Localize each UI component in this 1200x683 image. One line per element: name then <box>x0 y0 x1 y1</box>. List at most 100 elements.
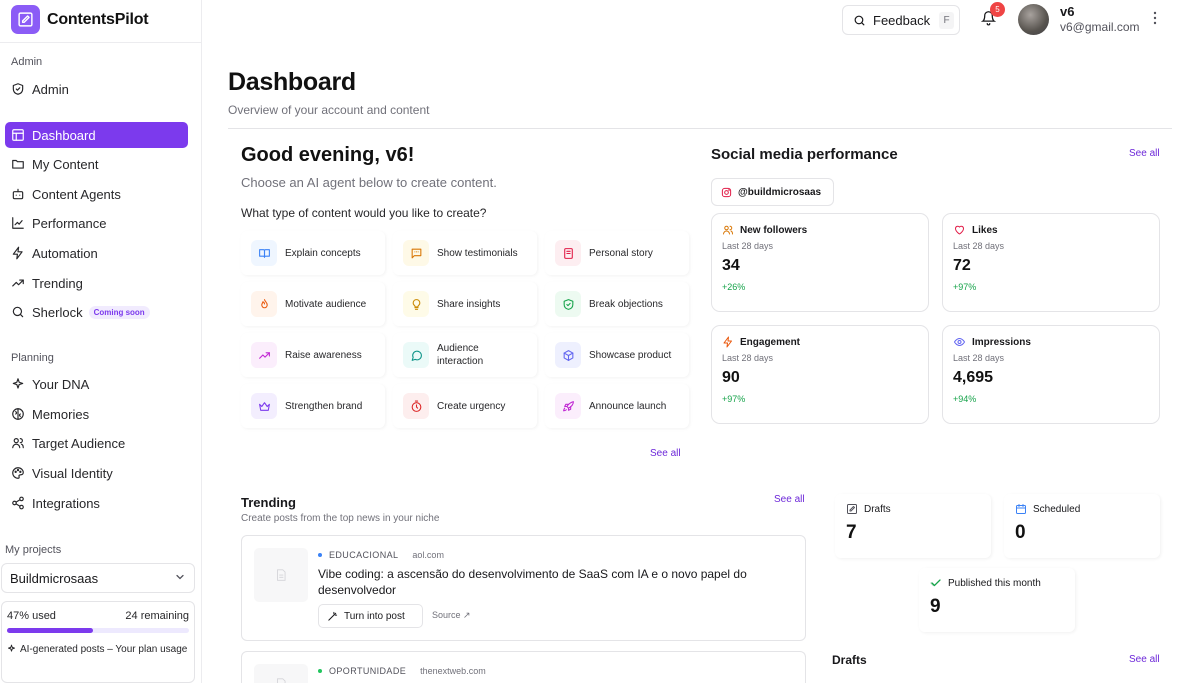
content-type-card[interactable]: Break objections <box>545 282 689 326</box>
social-see-all-link[interactable]: See all <box>1129 148 1160 159</box>
content-type-card[interactable]: Create urgency <box>393 384 537 428</box>
turn-into-post-button[interactable]: Turn into post <box>318 604 423 628</box>
account-handle-chip[interactable]: @buildmicrosaas <box>711 178 834 206</box>
content-type-label: Audience interaction <box>437 343 484 367</box>
content-type-card[interactable]: Raise awareness <box>241 333 385 377</box>
published-count-card[interactable]: Published this month 9 <box>919 568 1075 632</box>
trending-subtitle: Create posts from the top news in your n… <box>241 513 440 524</box>
category-dot <box>318 553 322 557</box>
trending-see-all-link[interactable]: See all <box>774 494 805 505</box>
news-card[interactable]: OPORTUNIDADE thenextweb.com <box>241 651 806 683</box>
sidebar-item-visual-identity[interactable]: Visual Identity <box>5 460 188 486</box>
more-vertical-icon[interactable] <box>1153 11 1157 30</box>
content-type-card[interactable]: Strengthen brand <box>241 384 385 428</box>
content-type-label: Announce launch <box>589 400 667 412</box>
content-type-card[interactable]: Audience interaction <box>393 333 537 377</box>
sidebar-item-label: Memories <box>32 406 90 422</box>
news-card[interactable]: EDUCACIONAL aol.com Vibe coding: a ascen… <box>241 535 806 641</box>
content-types-see-all-link[interactable]: See all <box>650 448 681 459</box>
stat-label: Engagement <box>740 336 801 348</box>
check-icon <box>930 577 942 589</box>
content-type-label: Create urgency <box>437 400 506 412</box>
usage-progress-fill <box>7 628 93 633</box>
section-admin: Admin <box>11 56 43 68</box>
post-stat-label: Drafts <box>864 503 891 515</box>
chart-icon <box>11 216 25 230</box>
source-link[interactable]: Source ↗ <box>432 610 471 621</box>
brand-divider <box>0 42 202 43</box>
chat-icon <box>403 342 429 368</box>
news-meta: EDUCACIONAL aol.com <box>318 550 444 560</box>
greeting-subtitle: Choose an AI agent below to create conte… <box>241 175 497 190</box>
sidebar-item-your-dna[interactable]: Your DNA <box>5 371 188 397</box>
palette-icon <box>11 466 25 480</box>
sidebar-item-my-content[interactable]: My Content <box>5 151 188 177</box>
content-type-card[interactable]: Personal story <box>545 231 689 275</box>
avatar[interactable] <box>1018 4 1049 35</box>
news-category: OPORTUNIDADE <box>329 666 407 676</box>
brand[interactable]: ContentsPilot <box>11 5 149 34</box>
content-type-card[interactable]: Showcase product <box>545 333 689 377</box>
content-type-card[interactable]: Announce launch <box>545 384 689 428</box>
stat-label: Impressions <box>972 336 1031 348</box>
project-select[interactable]: Buildmicrosaas <box>1 563 195 593</box>
stat-period: Last 28 days <box>953 353 1005 363</box>
stat-delta: +97% <box>953 282 977 292</box>
scheduled-count-card[interactable]: Scheduled 0 <box>1004 494 1160 558</box>
users-icon <box>11 436 25 450</box>
sidebar-item-trending[interactable]: Trending <box>5 270 188 296</box>
sidebar-item-label: Performance <box>32 215 107 231</box>
content-type-card[interactable]: Motivate audience <box>241 282 385 326</box>
sidebar-item-memories[interactable]: Memories <box>5 401 188 427</box>
content-type-label: Explain concepts <box>285 247 361 259</box>
sidebar-item-label: Integrations <box>32 495 100 511</box>
news-title: Vibe coding: a ascensão do desenvolvimen… <box>318 567 747 597</box>
project-select-value: Buildmicrosaas <box>10 570 99 586</box>
feedback-button[interactable]: Feedback F <box>842 5 960 35</box>
news-thumbnail <box>254 548 308 602</box>
usage-used: 47% used <box>7 610 56 622</box>
content-type-question: What type of content would you like to c… <box>241 206 487 220</box>
topbar: Feedback F 5 v6 v6@gmail.com <box>203 0 1200 42</box>
rocket-icon <box>555 393 581 419</box>
instagram-icon <box>721 187 732 198</box>
chevron-down-icon <box>174 571 186 586</box>
sidebar-item-content-agents[interactable]: Content Agents <box>5 181 188 207</box>
stat-period: Last 28 days <box>953 241 1005 251</box>
sidebar-item-automation[interactable]: Automation <box>5 240 188 266</box>
drafts-count-card[interactable]: Drafts 7 <box>835 494 991 558</box>
user-name: v6 <box>1060 4 1075 19</box>
stat-period: Last 28 days <box>722 353 774 363</box>
post-stat-value: 9 <box>930 596 941 617</box>
edit-icon <box>846 503 858 515</box>
sidebar-item-integrations[interactable]: Integrations <box>5 490 188 516</box>
share-icon <box>11 496 25 510</box>
sidebar-item-dashboard[interactable]: Dashboard <box>5 122 188 148</box>
stat-value: 90 <box>722 369 740 386</box>
heart-icon <box>953 224 966 236</box>
content-type-label: Showcase product <box>589 349 672 361</box>
sidebar-item-sherlock[interactable]: Sherlock Coming soon <box>5 299 188 325</box>
content-type-card[interactable]: Show testimonials <box>393 231 537 275</box>
bot-icon <box>11 187 25 201</box>
content-type-card[interactable]: Share insights <box>393 282 537 326</box>
sidebar-item-label: Content Agents <box>32 186 121 202</box>
feedback-shortcut: F <box>939 11 955 29</box>
post-stat-value: 7 <box>846 522 857 543</box>
news-thumbnail <box>254 664 308 683</box>
shield-check-icon <box>555 291 581 317</box>
sparkles-icon <box>11 377 25 391</box>
sidebar-item-admin[interactable]: Admin <box>5 76 188 102</box>
eye-icon <box>953 336 966 348</box>
category-dot <box>318 669 322 673</box>
usage-note: AI-generated posts – Your plan usage <box>20 644 188 655</box>
content-type-card[interactable]: Explain concepts <box>241 231 385 275</box>
stat-card-impressions: Impressions Last 28 days 4,695 +94% <box>942 325 1160 424</box>
stat-value: 72 <box>953 257 971 274</box>
feedback-label: Feedback <box>873 12 931 28</box>
drafts-see-all-link[interactable]: See all <box>1129 654 1160 665</box>
sidebar-item-performance[interactable]: Performance <box>5 210 188 236</box>
magic-wand-icon <box>327 611 338 622</box>
sidebar-item-target-audience[interactable]: Target Audience <box>5 430 188 456</box>
sidebar-item-label: Sherlock <box>32 304 83 320</box>
